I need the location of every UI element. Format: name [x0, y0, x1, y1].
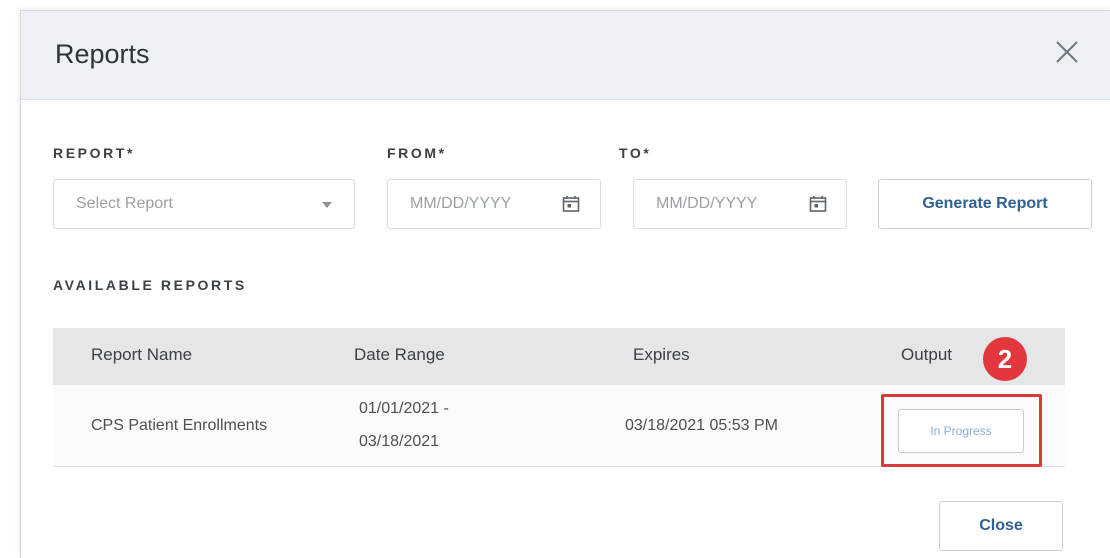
from-date-placeholder: MM/DD/YYYY	[410, 195, 512, 212]
dialog-title: Reports	[55, 39, 150, 69]
dialog-header: Reports	[21, 11, 1110, 100]
from-date-input[interactable]: MM/DD/YYYY	[387, 179, 601, 229]
column-header-expires: Expires	[633, 345, 690, 364]
date-range-start: 01/01/2021 -	[359, 400, 449, 417]
to-date-input[interactable]: MM/DD/YYYY	[633, 179, 847, 229]
report-select-placeholder: Select Report	[76, 195, 173, 212]
annotation-step-badge: 2	[983, 337, 1027, 381]
to-date-placeholder: MM/DD/YYYY	[656, 195, 758, 212]
table-header: Report Name Date Range Expires Output	[53, 328, 1065, 385]
available-reports-heading: AVAILABLE REPORTS	[53, 277, 247, 293]
expires-cell: 03/18/2021 05:53 PM	[625, 417, 779, 434]
annotation-highlight-box	[881, 394, 1042, 467]
generate-report-button[interactable]: Generate Report	[878, 179, 1092, 229]
from-label: FROM*	[387, 145, 447, 161]
calendar-icon[interactable]	[808, 194, 828, 214]
reports-dialog: Reports REPORT* FROM* TO* Select Report …	[20, 10, 1110, 558]
column-header-output: Output	[901, 345, 953, 364]
close-icon[interactable]	[1051, 36, 1083, 68]
column-header-date-range: Date Range	[354, 345, 445, 364]
calendar-icon[interactable]	[561, 194, 581, 214]
report-label: REPORT*	[53, 145, 135, 161]
chevron-down-icon	[322, 202, 332, 208]
close-button[interactable]: Close	[939, 501, 1063, 551]
report-select[interactable]: Select Report	[53, 179, 355, 229]
column-header-report-name: Report Name	[91, 345, 193, 364]
date-range-end: 03/18/2021	[359, 433, 440, 450]
to-label: TO*	[619, 145, 652, 161]
report-name-cell: CPS Patient Enrollments	[91, 417, 268, 434]
